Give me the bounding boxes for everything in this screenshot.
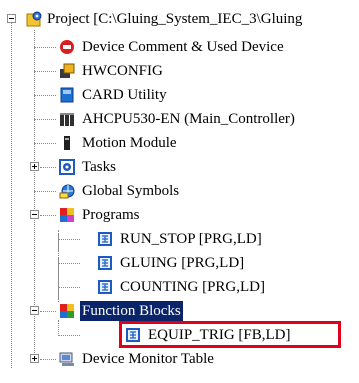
tree-item-label: RUN_STOP [PRG,LD] — [120, 231, 262, 247]
expand-toggle[interactable] — [30, 162, 39, 171]
tree-item-gluing[interactable]: GLUING [PRG,LD] — [0, 251, 359, 275]
tree-item-label: Motion Module — [82, 135, 177, 151]
tree-item-label: Device Comment & Used Device — [82, 39, 284, 55]
card-utility-icon — [59, 87, 75, 103]
tree-item-label: AHCPU530-EN (Main_Controller) — [82, 111, 295, 127]
tree-item-label: Function Blocks — [80, 301, 183, 321]
tree-item-label: CARD Utility — [82, 87, 167, 103]
tree-item-project[interactable]: Project [C:\Gluing_System_IEC_3\Gluing — [0, 7, 359, 31]
global-symbols-icon — [59, 183, 75, 199]
expand-toggle[interactable] — [30, 354, 39, 363]
tree-item-label: Project [C:\Gluing_System_IEC_3\Gluing — [47, 11, 303, 27]
tree-item-run-stop[interactable]: RUN_STOP [PRG,LD] — [0, 227, 359, 251]
tree-item-hwconfig[interactable]: HWCONFIG — [0, 59, 359, 83]
tree-item-label: HWCONFIG — [82, 63, 163, 79]
tree-item-counting[interactable]: COUNTING [PRG,LD] — [0, 275, 359, 299]
tree-item-motion-module[interactable]: Motion Module — [0, 131, 359, 155]
cpu-module-icon — [59, 111, 75, 127]
device-monitor-icon — [59, 351, 75, 367]
function-blocks-folder-icon — [59, 303, 75, 319]
pou-icon — [97, 231, 113, 247]
tree-item-label: COUNTING [PRG,LD] — [120, 279, 265, 295]
tree-item-label: Global Symbols — [82, 183, 180, 199]
collapse-toggle[interactable] — [30, 306, 39, 315]
tree-item-label: GLUING [PRG,LD] — [120, 255, 245, 271]
tree-item-function-blocks[interactable]: Function Blocks — [0, 299, 359, 323]
tree-item-card-utility[interactable]: CARD Utility — [0, 83, 359, 107]
project-tree: Project [C:\Gluing_System_IEC_3\Gluing D… — [0, 0, 359, 383]
collapse-toggle[interactable] — [7, 14, 16, 23]
tree-item-tasks[interactable]: Tasks — [0, 155, 359, 179]
tree-item-global-symbols[interactable]: Global Symbols — [0, 179, 359, 203]
project-gear-icon — [26, 11, 42, 27]
pou-icon — [97, 279, 113, 295]
tree-item-label: Device Monitor Table — [82, 351, 214, 367]
tree-item-label: Tasks — [82, 159, 116, 175]
tree-item-label: Programs — [82, 207, 140, 223]
tree-item-device-monitor-table[interactable]: Device Monitor Table — [0, 347, 359, 371]
pou-icon — [97, 255, 113, 271]
tree-item-cpu[interactable]: AHCPU530-EN (Main_Controller) — [0, 107, 359, 131]
highlight-box — [119, 321, 341, 348]
tasks-icon — [59, 159, 75, 175]
collapse-toggle[interactable] — [30, 210, 39, 219]
motion-module-icon — [59, 135, 75, 151]
tree-item-device-comment[interactable]: Device Comment & Used Device — [0, 35, 359, 59]
tree-item-programs[interactable]: Programs — [0, 203, 359, 227]
programs-folder-icon — [59, 207, 75, 223]
hwconfig-icon — [59, 63, 75, 79]
device-comment-icon — [59, 39, 75, 55]
